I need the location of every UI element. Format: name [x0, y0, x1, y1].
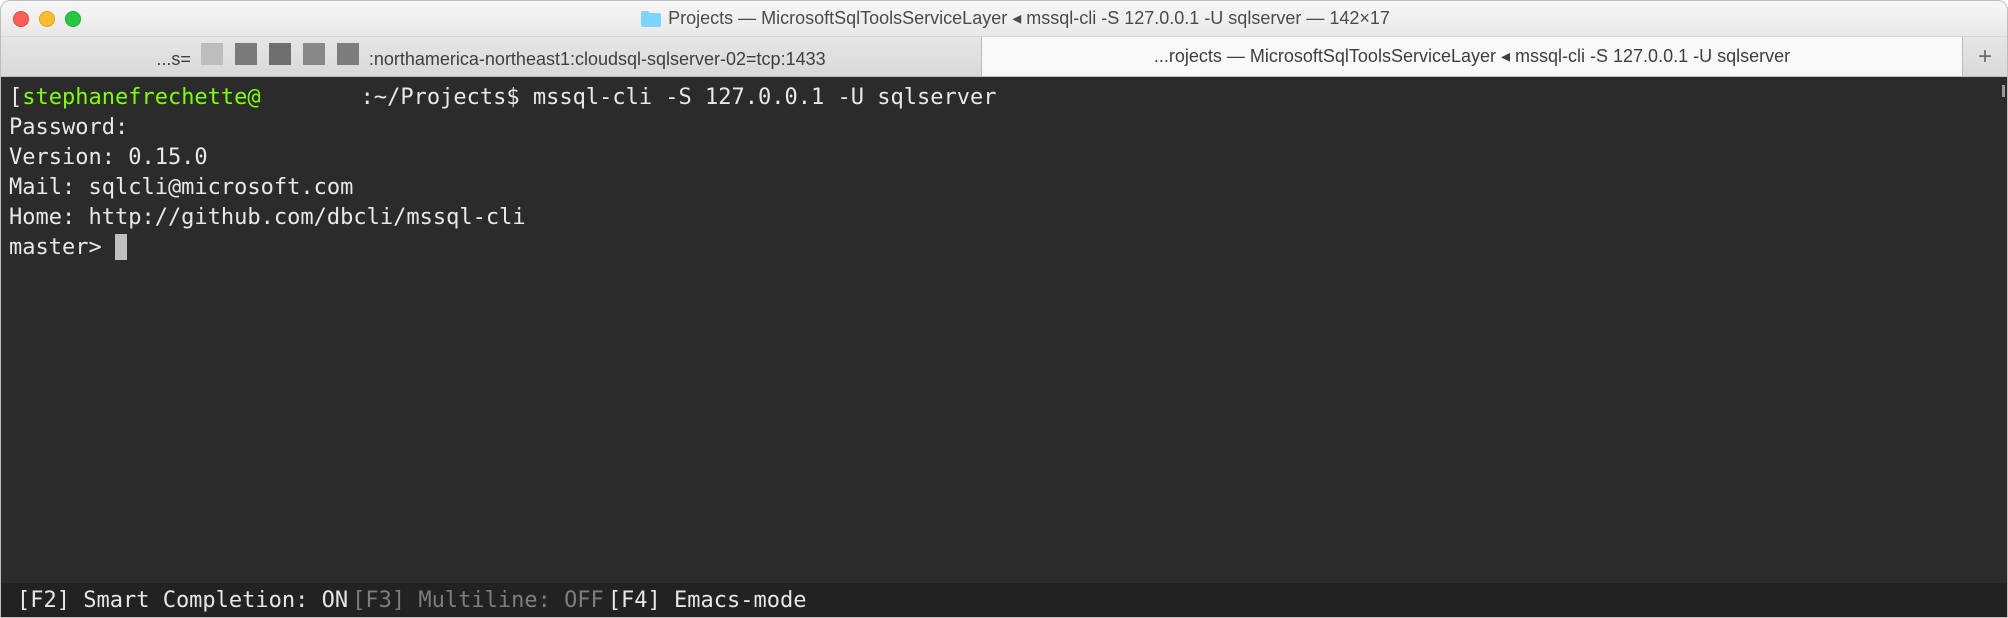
titlebar: Projects — MicrosoftSqlToolsServiceLayer…	[1, 1, 2007, 37]
tab-2-label: ...rojects — MicrosoftSqlToolsServiceLay…	[1154, 46, 1790, 67]
minimize-window-button[interactable]	[39, 11, 55, 27]
prompt-bracket: [	[9, 85, 22, 110]
prompt-user-host: stephanefrechette@	[22, 85, 260, 110]
status-f2: [F2] Smart Completion: ON	[17, 588, 348, 613]
home-line: Home: http://github.com/dbcli/mssql-cli	[9, 205, 526, 230]
traffic-lights	[13, 11, 81, 27]
mail-line: Mail: sqlcli@microsoft.com	[9, 175, 353, 200]
tab-2[interactable]: ...rojects — MicrosoftSqlToolsServiceLay…	[982, 37, 1963, 76]
redacted-segment	[201, 43, 359, 65]
close-window-button[interactable]	[13, 11, 29, 27]
folder-icon	[640, 10, 662, 28]
statusbar: [F2] Smart Completion: ON [F3] Multiline…	[1, 583, 2007, 617]
window-title-text: Projects — MicrosoftSqlToolsServiceLayer…	[668, 8, 1390, 29]
db-prompt: master>	[9, 235, 115, 260]
version-line: Version: 0.15.0	[9, 145, 208, 170]
terminal-body[interactable]: [stephanefrechette@ :~/Projects$ mssql-cl…	[1, 77, 2007, 583]
status-f3: [F3] Multiline: OFF	[352, 588, 604, 613]
terminal-window: Projects — MicrosoftSqlToolsServiceLayer…	[0, 0, 2008, 618]
scrollbar[interactable]	[2002, 85, 2005, 97]
cursor	[115, 234, 127, 260]
new-tab-button[interactable]: +	[1963, 37, 2007, 76]
status-f4: [F4] Emacs-mode	[608, 588, 807, 613]
tab-1-label-prefix: ...s=	[156, 49, 191, 69]
new-tab-label: +	[1978, 43, 1992, 71]
command-text: mssql-cli -S 127.0.0.1 -U sqlserver	[533, 85, 997, 110]
maximize-window-button[interactable]	[65, 11, 81, 27]
tab-1-label-suffix: :northamerica-northeast1:cloudsql-sqlser…	[369, 49, 826, 69]
tab-1[interactable]: ...s= :northamerica-northeast1:cloudsql-s…	[1, 37, 982, 76]
window-title: Projects — MicrosoftSqlToolsServiceLayer…	[95, 8, 1935, 29]
tabbar: ...s= :northamerica-northeast1:cloudsql-s…	[1, 37, 2007, 77]
password-line: Password:	[9, 115, 128, 140]
prompt-path: :~/Projects$	[361, 85, 533, 110]
